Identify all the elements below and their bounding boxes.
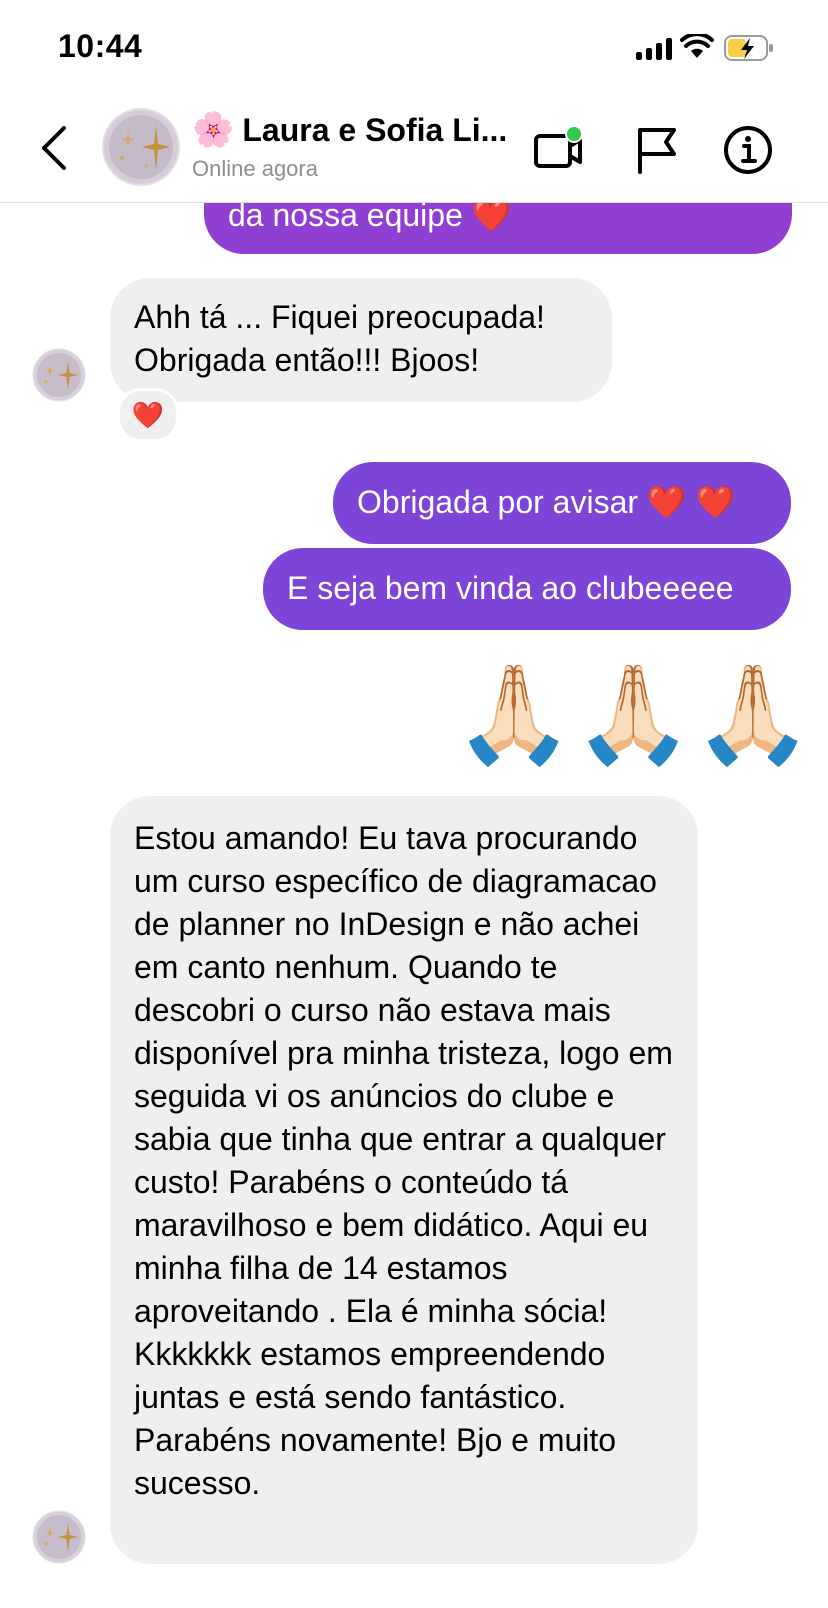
online-dot-icon <box>565 125 583 143</box>
back-button[interactable] <box>36 124 72 172</box>
message-incoming[interactable]: Ahh tá ... Fiquei preocupada! Obrigada e… <box>110 278 612 402</box>
status-bar: 10:44 <box>0 0 828 96</box>
heart-emoji: ❤️ <box>131 399 165 430</box>
message-text: Obrigada por avisar ❤️ ❤️ <box>357 484 736 520</box>
praying-hands-emoji: 🙏🏻🙏🏻🙏🏻 <box>454 661 813 768</box>
sparkle-avatar-icon <box>32 348 86 402</box>
contact-name: Laura e Sofia Li... <box>242 111 508 148</box>
flag-icon <box>638 128 676 174</box>
chat-thread[interactable]: da nossa equipe ❤️ Ahh tá ... Fiquei pre… <box>0 0 828 1608</box>
message-text: Obrigada então!!! Bjoos! <box>134 342 480 378</box>
message-incoming[interactable]: Estou amando! Eu tava procurando um curs… <box>110 796 698 1564</box>
message-text: E seja bem vinda ao clubeeeee <box>287 570 734 606</box>
flag-button[interactable] <box>630 124 682 176</box>
chevron-left-icon <box>42 126 66 170</box>
chat-header: 🌸 Laura e Sofia Li... Online agora <box>0 96 828 203</box>
info-icon <box>724 126 772 174</box>
info-button[interactable] <box>722 124 774 176</box>
video-call-button[interactable] <box>532 124 584 176</box>
sparkle-avatar-icon <box>32 1510 86 1564</box>
cellular-signal-icon <box>636 36 672 60</box>
contact-avatar-large[interactable] <box>102 108 180 186</box>
status-time: 10:44 <box>58 28 143 64</box>
cherry-blossom-emoji: 🌸 <box>192 111 235 149</box>
message-text: Estou amando! Eu tava procurando um curs… <box>134 820 673 1501</box>
heart-reaction[interactable]: ❤️ <box>117 388 179 442</box>
sparkle-avatar-icon <box>102 108 180 186</box>
message-outgoing[interactable]: E seja bem vinda ao clubeeeee <box>263 548 791 630</box>
message-text: Ahh tá ... Fiquei preocupada! <box>134 299 545 335</box>
chat-title[interactable]: 🌸 Laura e Sofia Li... <box>192 110 522 150</box>
battery-charging-icon <box>724 35 773 61</box>
contact-avatar[interactable] <box>32 348 86 402</box>
message-outgoing[interactable]: Obrigada por avisar ❤️ ❤️ <box>333 462 791 544</box>
emoji-message[interactable]: 🙏🏻🙏🏻🙏🏻 <box>454 660 813 770</box>
contact-avatar[interactable] <box>32 1510 86 1564</box>
wifi-icon <box>680 34 714 58</box>
online-status: Online agora <box>192 156 318 181</box>
